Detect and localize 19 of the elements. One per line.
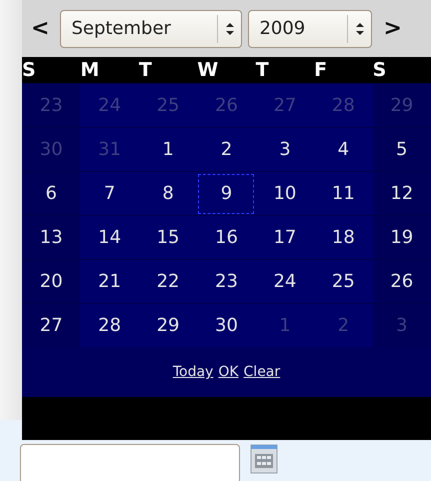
footer-link[interactable]: Clear: [244, 364, 280, 380]
footer-link[interactable]: Today: [172, 364, 214, 380]
weekday-label: S: [22, 60, 36, 80]
spinner-icon: [355, 22, 366, 36]
year-select[interactable]: 2009: [248, 10, 372, 48]
previous-month-button[interactable]: <: [26, 16, 54, 41]
date-input-field[interactable]: [20, 444, 240, 481]
spinner-icon: [225, 22, 236, 36]
next-month-button[interactable]: >: [378, 16, 407, 41]
weekday-label: M: [80, 60, 100, 80]
day-cell[interactable]: 9: [198, 174, 254, 214]
month-select[interactable]: September: [60, 10, 242, 48]
weekday-label: T: [256, 60, 269, 80]
weekday-label: T: [138, 60, 152, 80]
calendar-icon[interactable]: [250, 444, 278, 474]
footer-link[interactable]: OK: [218, 364, 239, 380]
weekday-label: F: [314, 60, 328, 80]
weekday-label: S: [372, 60, 386, 80]
weekday-label: W: [197, 60, 218, 80]
